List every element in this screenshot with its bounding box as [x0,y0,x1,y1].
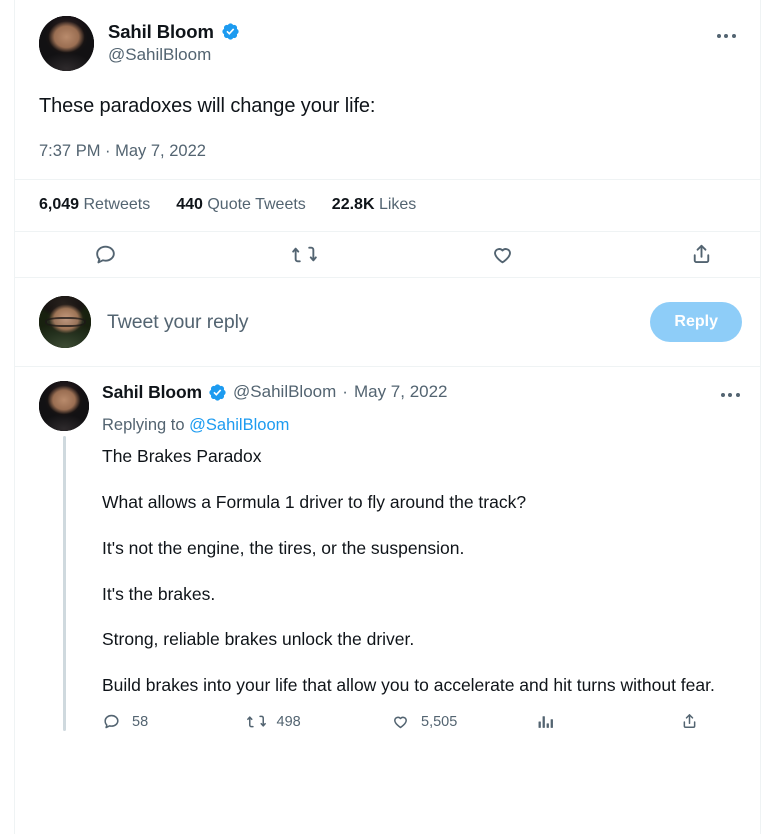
stat-count: 6,049 [39,196,80,213]
engagement-stats: 6,049 Retweets 440 Quote Tweets 22.8K Li… [39,180,744,231]
avatar[interactable] [39,296,91,348]
retweet-count: 498 [276,713,301,730]
glasses-icon [45,316,86,328]
reply-input[interactable]: Tweet your reply [107,311,650,334]
analytics-icon [538,716,553,728]
separator-dot: · [342,382,348,402]
author-display-name[interactable]: Sahil Bloom [102,381,202,404]
thread-author-line: Sahil Bloom @SahilBloom · May 7, 2022 [102,381,712,404]
author-names: Sahil Bloom @SahilBloom [108,16,708,66]
action-reply[interactable]: 58 [102,712,247,731]
dot [716,34,721,38]
reply-paragraph: Strong, reliable brakes unlock the drive… [102,629,415,650]
stat-retweets[interactable]: 6,049 Retweets [39,196,150,214]
reply-paragraph: What allows a Formula 1 driver to fly ar… [102,491,527,512]
stat-quote-tweets[interactable]: 440 Quote Tweets [176,196,306,214]
reply-paragraph: Build brakes into your life that allow y… [102,675,715,696]
stat-label: Retweets [83,196,151,213]
replying-to-label: Replying to [102,416,185,434]
retweet-icon [291,246,317,263]
stat-label: Quote Tweets [207,196,306,213]
stat-count: 22.8K [331,196,375,213]
like-icon [394,716,407,729]
dot [728,393,732,397]
like-icon [494,248,512,264]
tweet-detail-card: Sahil Bloom @SahilBloom These paradoxes … [14,0,761,834]
avatar-image [39,16,94,71]
dot [720,393,725,397]
like-count: 5,505 [421,713,458,730]
action-analytics[interactable] [536,712,681,731]
avatar[interactable] [39,16,94,71]
action-like[interactable] [490,242,689,267]
more-options-icon[interactable] [712,377,748,413]
thread-reply-header: Sahil Bloom @SahilBloom · May 7, 2022 [102,381,744,413]
author-handle[interactable]: @SahilBloom [108,44,708,66]
dot [724,34,728,38]
reply-composer: Tweet your reply Reply [15,278,760,366]
reply-paragraph: The Brakes Paradox [102,446,262,466]
share-icon [693,244,710,264]
replying-to: Replying to @SahilBloom [102,416,744,435]
thread-reply-actions: 58 498 5,505 [102,710,744,731]
dot [731,34,736,38]
reply-count: 58 [132,713,149,730]
action-like[interactable]: 5,505 [391,712,536,731]
verified-badge-icon [222,23,239,40]
author-display-name[interactable]: Sahil Bloom [108,20,214,43]
verified-badge-icon [209,384,226,401]
thread-avatar-column [39,381,89,732]
tweet-text: These paradoxes will change your life: [39,95,376,117]
stat-label: Likes [378,196,417,213]
avatar[interactable] [39,381,89,431]
author-handle[interactable]: @SahilBloom [233,381,336,403]
main-tweet-header: Sahil Bloom @SahilBloom [39,16,744,71]
author-name-line: Sahil Bloom [108,20,708,43]
action-reply[interactable] [93,242,292,267]
thread-reply: Sahil Bloom @SahilBloom · May 7, 2022 Re… [15,367,760,732]
action-retweet[interactable] [291,242,491,267]
reply-icon [96,245,115,264]
reply-date[interactable]: May 7, 2022 [354,381,448,403]
reply-button[interactable]: Reply [650,302,742,342]
more-options-icon[interactable] [708,18,744,54]
share-icon [683,714,696,729]
stat-count: 440 [176,196,203,213]
replying-to-handle[interactable]: @SahilBloom [189,416,289,434]
action-share[interactable] [689,242,714,267]
dot [735,393,740,397]
reply-icon [104,714,119,729]
thread-reply-body: Sahil Bloom @SahilBloom · May 7, 2022 Re… [102,381,744,731]
action-retweet[interactable]: 498 [246,712,392,731]
stat-likes[interactable]: 22.8K Likes [332,196,417,214]
reply-paragraph: It's not the engine, the tires, or the s… [102,537,465,558]
reply-text: The Brakes Paradox What allows a Formula… [102,444,744,698]
main-tweet-actions [39,232,744,277]
retweet-icon [246,715,266,728]
tweet-timestamp[interactable]: 7:37 PM · May 7, 2022 [39,142,744,161]
avatar-image [39,381,89,431]
thread-connector-line [62,436,66,732]
main-tweet: Sahil Bloom @SahilBloom These paradoxes … [15,0,760,277]
action-share[interactable] [680,712,710,731]
reply-paragraph: It's the brakes. [102,583,216,604]
